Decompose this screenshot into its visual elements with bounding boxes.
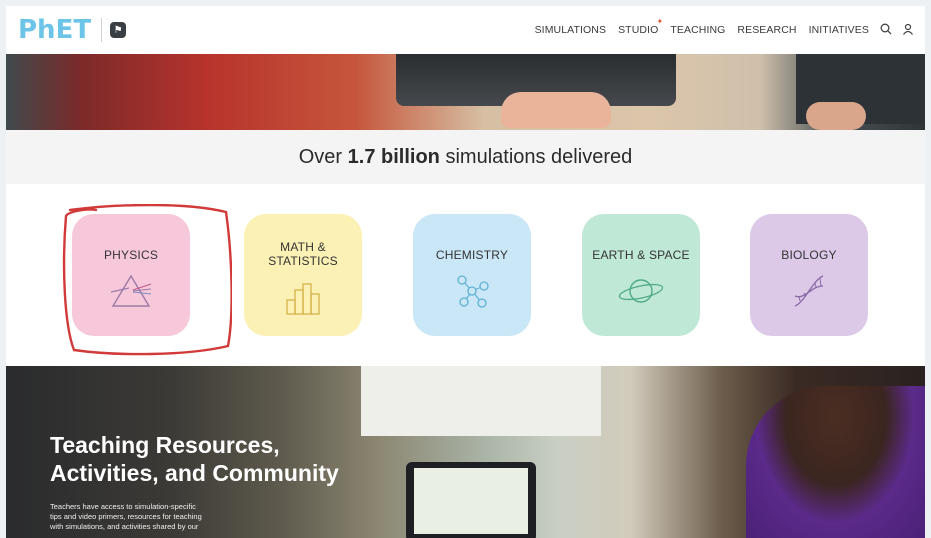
nav-studio-label: STUDIO bbox=[618, 24, 659, 36]
teaching-body-line3: with simulations, and activities shared … bbox=[50, 522, 199, 531]
subject-tile-chemistry[interactable]: CHEMISTRY bbox=[413, 214, 531, 336]
subject-label-line1: MATH & bbox=[280, 240, 326, 254]
subject-label: CHEMISTRY bbox=[435, 248, 509, 262]
sparkle-icon: ✦ bbox=[656, 17, 664, 26]
nav-teaching[interactable]: TEACHING bbox=[670, 24, 725, 36]
teaching-body-line2: tips and video primers, resources for te… bbox=[50, 512, 202, 521]
stat-text: Over 1.7 billion simulations delivered bbox=[299, 146, 632, 169]
planet-icon bbox=[618, 279, 664, 303]
subject-label: EARTH & SPACE bbox=[592, 248, 690, 262]
nav-research[interactable]: RESEARCH bbox=[737, 24, 796, 36]
nav-simulations[interactable]: SIMULATIONS bbox=[535, 24, 607, 36]
teaching-section: Teaching Resources, Activities, and Comm… bbox=[6, 366, 925, 538]
teaching-description: Teachers have access to simulation-speci… bbox=[50, 502, 270, 532]
stat-highlight: 1.7 billion bbox=[347, 145, 440, 168]
phet-homepage: PhET ⚑ SIMULATIONS STUDIO ✦ TEACHING RES… bbox=[6, 6, 925, 538]
subject-label-line2: STATISTICS bbox=[268, 254, 338, 268]
search-icon[interactable] bbox=[880, 23, 892, 38]
hero-hand bbox=[501, 92, 611, 128]
phet-logo[interactable]: PhET ⚑ bbox=[18, 15, 127, 45]
teacher-photo bbox=[746, 386, 925, 538]
stat-banner: Over 1.7 billion simulations delivered bbox=[6, 130, 925, 184]
teaching-heading[interactable]: Teaching Resources, Activities, and Comm… bbox=[50, 431, 370, 487]
subject-tile-math-statistics[interactable]: MATH & STATISTICS bbox=[244, 214, 362, 336]
subject-label: MATH & STATISTICS bbox=[268, 240, 338, 268]
annotation-circle bbox=[62, 204, 232, 356]
subject-label: BIOLOGY bbox=[781, 248, 837, 262]
nav-studio[interactable]: STUDIO ✦ bbox=[618, 17, 663, 36]
tablet-photo bbox=[406, 462, 536, 538]
subject-tile-biology[interactable]: BIOLOGY bbox=[750, 214, 868, 336]
university-badge-icon: ⚑ bbox=[110, 22, 127, 38]
logo-divider bbox=[101, 18, 103, 42]
subject-tiles: PHYSICS MATH & STATISTICS CHEMISTRY EART… bbox=[6, 184, 925, 366]
teaching-body-line1: Teachers have access to simulation-speci… bbox=[50, 502, 196, 511]
molecule-icon bbox=[457, 275, 489, 308]
teaching-heading-line2: Activities, and Community bbox=[50, 460, 339, 486]
stat-prefix: Over bbox=[298, 145, 348, 168]
main-nav: SIMULATIONS STUDIO ✦ TEACHING RESEARCH I… bbox=[529, 6, 919, 54]
site-header: PhET ⚑ SIMULATIONS STUDIO ✦ TEACHING RES… bbox=[6, 6, 925, 54]
tablet-screen bbox=[414, 468, 528, 534]
teaching-heading-line1: Teaching Resources, bbox=[50, 432, 280, 458]
subject-tile-earth-space[interactable]: EARTH & SPACE bbox=[582, 214, 700, 336]
dna-icon bbox=[794, 275, 824, 307]
whiteboard-photo bbox=[361, 366, 601, 436]
user-icon[interactable] bbox=[902, 23, 914, 38]
hero-hand-right bbox=[806, 102, 866, 130]
nav-initiatives[interactable]: INITIATIVES bbox=[809, 24, 869, 36]
logo-text: PhET bbox=[18, 15, 92, 45]
bar-chart-icon bbox=[286, 283, 320, 315]
stat-suffix: simulations delivered bbox=[439, 145, 633, 168]
hero-photo bbox=[6, 54, 925, 130]
